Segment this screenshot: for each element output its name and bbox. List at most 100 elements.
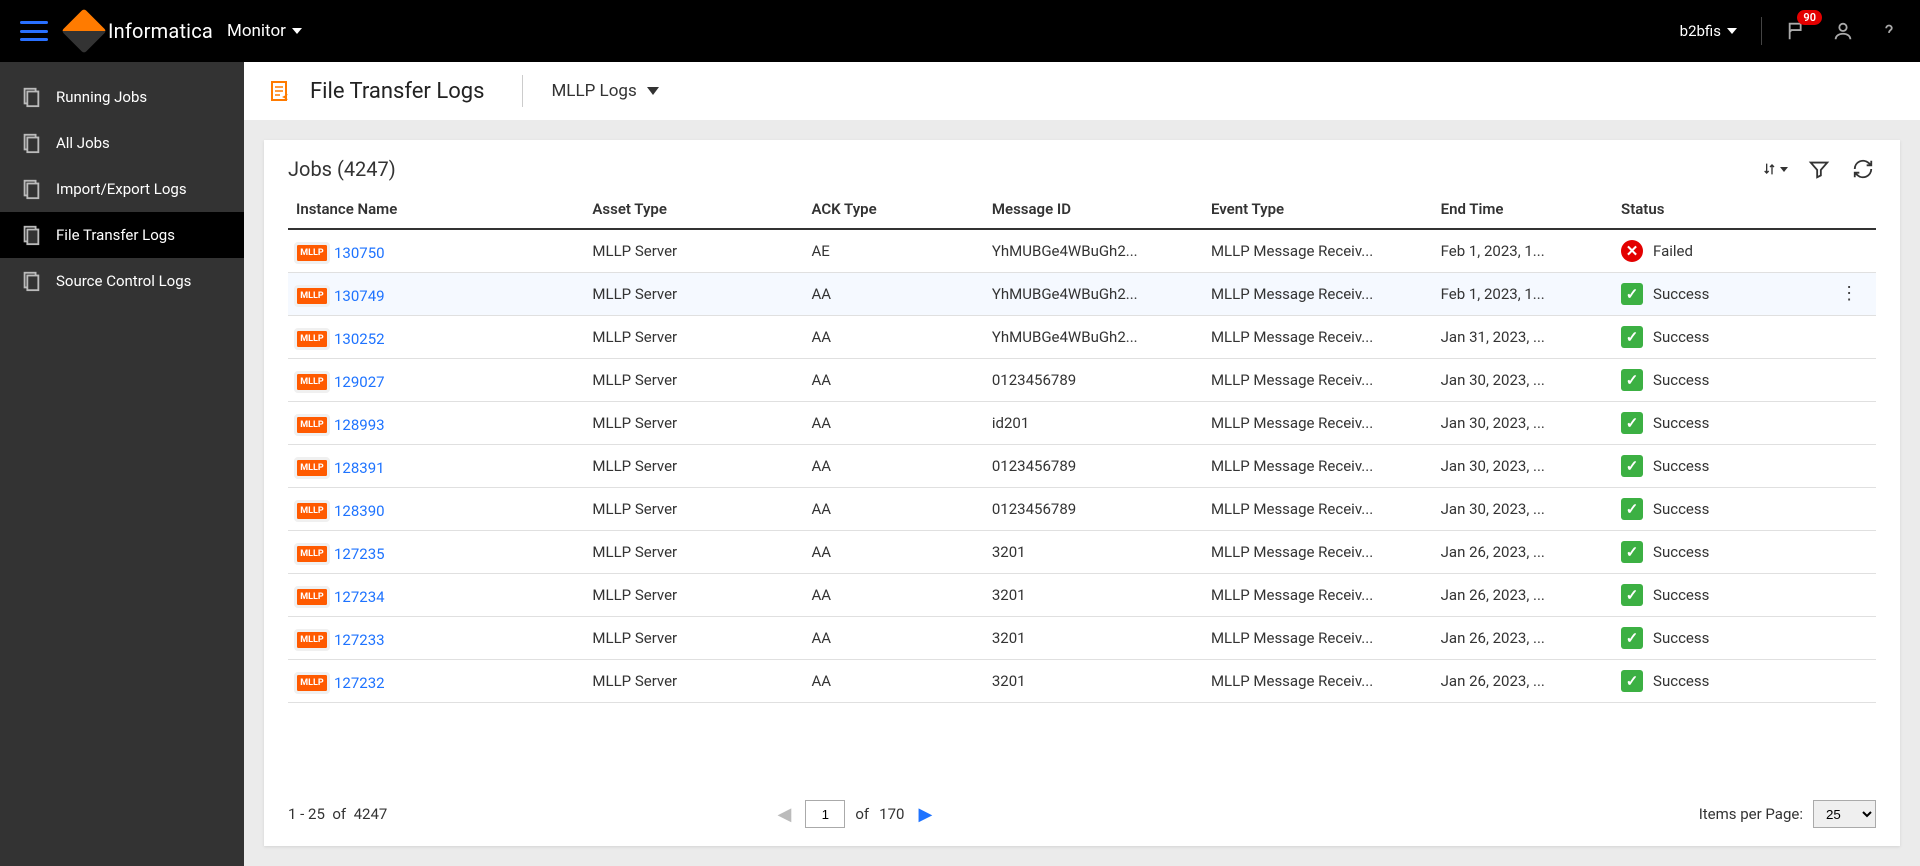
check-icon: ✓ — [1621, 326, 1643, 348]
status-cell: ✓Success — [1621, 498, 1824, 520]
column-header[interactable]: Status — [1613, 190, 1832, 229]
mllp-icon: MLLP — [296, 330, 328, 348]
event-type-cell: MLLP Message Receiv... — [1203, 617, 1433, 660]
check-icon: ✓ — [1621, 283, 1643, 305]
filter-button[interactable] — [1806, 156, 1832, 182]
profile-button[interactable] — [1832, 20, 1854, 42]
status-cell: ✓Success — [1621, 369, 1824, 391]
status-cell: ✓Success — [1621, 670, 1824, 692]
instance-link[interactable]: MLLP127233 — [296, 631, 385, 649]
ack-type-cell: AA — [803, 531, 983, 574]
file-transfer-icon — [268, 79, 292, 103]
table-row[interactable]: MLLP128993MLLP ServerAAid201MLLP Message… — [288, 402, 1876, 445]
notifications-button[interactable]: 90 — [1786, 20, 1808, 42]
event-type-cell: MLLP Message Receiv... — [1203, 574, 1433, 617]
table-row[interactable]: MLLP128391 MLLP ServerAA0123456789MLLP Me… — [288, 445, 1876, 488]
event-type-cell: MLLP Message Receiv... — [1203, 402, 1433, 445]
asset-type-cell: MLLP Server — [584, 359, 803, 402]
ack-type-cell: AA — [803, 316, 983, 359]
column-header[interactable]: Instance Name — [288, 190, 584, 229]
mllp-icon: MLLP — [296, 588, 328, 606]
jobs-table: Instance NameAsset TypeACK TypeMessage I… — [288, 190, 1876, 703]
instance-link[interactable]: MLLP128391 — [296, 459, 385, 477]
sidebar-item-running-jobs[interactable]: Running Jobs — [0, 74, 244, 120]
event-type-cell: MLLP Message Receiv... — [1203, 359, 1433, 402]
instance-link[interactable]: MLLP127232 — [296, 674, 385, 692]
sidebar-item-label: File Transfer Logs — [56, 226, 175, 244]
app-switcher[interactable]: Monitor — [227, 21, 302, 41]
jobs-panel: Jobs (4247) Instance NameAsset TypeACK T… — [264, 140, 1900, 846]
status-cell: ✓Success — [1621, 541, 1824, 563]
chevron-down-icon — [1727, 28, 1737, 34]
table-row[interactable]: MLLP127234MLLP ServerAA3201MLLP Message … — [288, 574, 1876, 617]
topbar: Informatica Monitor b2bfis 90 — [0, 0, 1920, 62]
status-cell: ✓Success — [1621, 412, 1824, 434]
message-id-cell: id201 — [984, 402, 1203, 445]
row-menu-button[interactable]: ⋮ — [1840, 291, 1858, 297]
ack-type-cell: AE — [803, 229, 983, 273]
asset-type-cell: MLLP Server — [584, 445, 803, 488]
sidebar-item-import-export-logs[interactable]: Import/Export Logs — [0, 166, 244, 212]
asset-type-cell: MLLP Server — [584, 273, 803, 316]
end-time-cell: Jan 30, 2023, ... — [1433, 445, 1613, 488]
app-name-label: Monitor — [227, 21, 286, 41]
end-time-cell: Jan 26, 2023, ... — [1433, 660, 1613, 703]
check-icon: ✓ — [1621, 627, 1643, 649]
column-header[interactable]: Event Type — [1203, 190, 1433, 229]
event-type-cell: MLLP Message Receiv... — [1203, 531, 1433, 574]
log-type-label: MLLP Logs — [551, 81, 636, 101]
prev-page-button[interactable]: ◀ — [774, 804, 796, 825]
table-row[interactable]: MLLP127235MLLP ServerAA3201MLLP Message … — [288, 531, 1876, 574]
instance-link[interactable]: MLLP130749 — [296, 287, 385, 305]
instance-link[interactable]: MLLP128993 — [296, 416, 385, 434]
message-id-cell: 3201 — [984, 617, 1203, 660]
sidebar-item-all-jobs[interactable]: All Jobs — [0, 120, 244, 166]
ack-type-cell: AA — [803, 445, 983, 488]
menu-toggle-button[interactable] — [20, 21, 48, 41]
table-row[interactable]: MLLP130749MLLP ServerAAYhMUBGe4WBuGh2...… — [288, 273, 1876, 316]
mllp-icon: MLLP — [296, 502, 328, 520]
message-id-cell: 0123456789 — [984, 445, 1203, 488]
user-menu[interactable]: b2bfis — [1680, 22, 1737, 40]
of-label: of — [855, 805, 869, 823]
instance-link[interactable]: MLLP127234 — [296, 588, 385, 606]
help-button[interactable] — [1878, 20, 1900, 42]
message-id-cell: YhMUBGe4WBuGh2... — [984, 229, 1203, 273]
triangle-down-icon — [647, 87, 659, 95]
table-row[interactable]: MLLP128390MLLP ServerAA0123456789MLLP Me… — [288, 488, 1876, 531]
table-row[interactable]: MLLP127233MLLP ServerAA3201MLLP Message … — [288, 617, 1876, 660]
table-row[interactable]: MLLP130750MLLP ServerAEYhMUBGe4WBuGh2...… — [288, 229, 1876, 273]
items-per-page-select[interactable]: 25 — [1813, 800, 1876, 828]
message-id-cell: YhMUBGe4WBuGh2... — [984, 316, 1203, 359]
sidebar-item-source-control-logs[interactable]: Source Control Logs — [0, 258, 244, 304]
page-input[interactable] — [805, 800, 845, 828]
table-row[interactable]: MLLP130252MLLP ServerAAYhMUBGe4WBuGh2...… — [288, 316, 1876, 359]
column-header[interactable]: Asset Type — [584, 190, 803, 229]
log-type-dropdown[interactable]: MLLP Logs — [551, 81, 658, 101]
ack-type-cell: AA — [803, 574, 983, 617]
document-icon — [20, 86, 42, 108]
sort-button[interactable] — [1762, 156, 1788, 182]
sidebar-item-file-transfer-logs[interactable]: File Transfer Logs — [0, 212, 244, 258]
refresh-button[interactable] — [1850, 156, 1876, 182]
table-row[interactable]: MLLP129027MLLP ServerAA0123456789MLLP Me… — [288, 359, 1876, 402]
instance-link[interactable]: MLLP127235 — [296, 545, 385, 563]
mllp-icon: MLLP — [296, 674, 328, 692]
logo-icon — [61, 8, 106, 53]
message-id-cell: 3201 — [984, 531, 1203, 574]
instance-link[interactable]: MLLP128390 — [296, 502, 385, 520]
instance-link[interactable]: MLLP130750 — [296, 244, 385, 262]
next-page-button[interactable]: ▶ — [914, 804, 936, 825]
column-header[interactable]: ACK Type — [803, 190, 983, 229]
check-icon: ✓ — [1621, 455, 1643, 477]
column-header[interactable]: Message ID — [984, 190, 1203, 229]
event-type-cell: MLLP Message Receiv... — [1203, 316, 1433, 359]
instance-link[interactable]: MLLP130252 — [296, 330, 385, 348]
column-header[interactable]: End Time — [1433, 190, 1613, 229]
status-cell: ✓Success — [1621, 455, 1824, 477]
document-icon — [20, 178, 42, 200]
event-type-cell: MLLP Message Receiv... — [1203, 445, 1433, 488]
sidebar-item-label: Source Control Logs — [56, 272, 191, 290]
table-row[interactable]: MLLP127232MLLP ServerAA3201MLLP Message … — [288, 660, 1876, 703]
instance-link[interactable]: MLLP129027 — [296, 373, 385, 391]
